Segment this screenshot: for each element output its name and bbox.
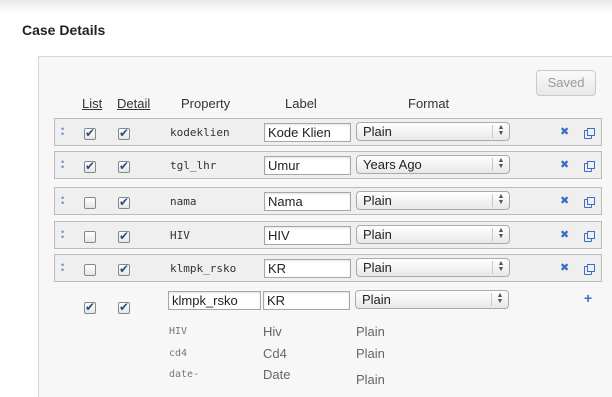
suggestion-format: Plain bbox=[356, 346, 385, 361]
close-icon[interactable]: ✖ bbox=[560, 261, 569, 274]
select-arrows-icon: ▲ ▼ bbox=[492, 157, 509, 171]
format-value: Plain bbox=[362, 292, 391, 307]
format-value: Plain bbox=[363, 193, 392, 208]
format-value: Plain bbox=[363, 124, 392, 139]
drag-handle-icon[interactable]: • • bbox=[61, 228, 64, 242]
table-row: •• nama Nama Plain ▲▼ ✖ bbox=[54, 187, 602, 215]
property-name: klmpk_rsko bbox=[170, 262, 237, 275]
header-detail[interactable]: Detail bbox=[117, 96, 150, 111]
detail-checkbox[interactable] bbox=[118, 262, 130, 276]
copy-icon[interactable] bbox=[584, 161, 595, 172]
close-icon[interactable]: ✖ bbox=[560, 125, 569, 138]
format-select[interactable]: Years Ago ▲ ▼ bbox=[356, 155, 510, 174]
label-input[interactable]: Nama bbox=[264, 192, 351, 211]
label-input[interactable]: KR bbox=[264, 259, 351, 278]
property-name: tgl_lhr bbox=[170, 159, 217, 172]
list-checkbox[interactable] bbox=[84, 231, 96, 243]
header-format: Format bbox=[408, 96, 450, 111]
table-row: •• HIV HIV Plain ▲▼ ✖ bbox=[54, 221, 602, 249]
select-arrows-icon: ▲ ▼ bbox=[491, 292, 508, 306]
property-name: kodeklien bbox=[170, 126, 230, 139]
list-checkbox[interactable] bbox=[84, 264, 96, 276]
list-checkbox[interactable] bbox=[84, 126, 96, 140]
drag-handle-icon[interactable]: • • bbox=[61, 125, 64, 139]
close-icon[interactable]: ✖ bbox=[560, 194, 569, 207]
close-icon[interactable]: ✖ bbox=[560, 158, 569, 171]
list-checkbox[interactable] bbox=[84, 159, 96, 173]
format-select[interactable]: Plain ▲ ▼ bbox=[356, 122, 510, 141]
format-value: Plain bbox=[363, 227, 392, 242]
copy-icon[interactable] bbox=[584, 128, 595, 139]
new-label-input[interactable]: KR bbox=[263, 291, 350, 310]
suggestion-label: Date bbox=[263, 367, 291, 382]
table-row: •• klmpk_rsko KR Plain ▲▼ ✖ bbox=[54, 254, 602, 282]
label-input[interactable]: HIV bbox=[264, 226, 351, 245]
label-input[interactable]: Kode Klien bbox=[264, 123, 351, 142]
drag-handle-icon[interactable]: • • bbox=[61, 194, 64, 208]
suggestion-format: Plain bbox=[356, 324, 385, 339]
detail-checkbox[interactable] bbox=[118, 195, 130, 209]
property-name: HIV bbox=[170, 229, 190, 242]
suggestion-property[interactable]: HIV bbox=[169, 326, 187, 337]
select-arrows-icon: ▲ ▼ bbox=[492, 124, 509, 138]
format-value: Plain bbox=[363, 260, 392, 275]
format-select[interactable]: Plain ▲ ▼ bbox=[356, 225, 510, 244]
drag-handle-icon[interactable]: • • bbox=[61, 158, 64, 172]
format-value: Years Ago bbox=[363, 157, 422, 172]
detail-checkbox[interactable] bbox=[118, 126, 130, 140]
select-arrows-icon: ▲ ▼ bbox=[492, 227, 509, 241]
suggestion-label: Hiv bbox=[263, 324, 282, 339]
table-row: •• tgl_lhr Umur Years Ago ▲▼ ✖ bbox=[54, 151, 602, 179]
header-list[interactable]: List bbox=[82, 96, 102, 111]
copy-icon[interactable] bbox=[584, 231, 595, 242]
property-name: nama bbox=[170, 195, 197, 208]
copy-icon[interactable] bbox=[584, 197, 595, 208]
suggestion-property[interactable]: date- bbox=[169, 369, 199, 380]
top-shadow bbox=[0, 0, 612, 14]
close-icon[interactable]: ✖ bbox=[560, 228, 569, 241]
drag-handle-icon[interactable]: • • bbox=[61, 261, 64, 275]
detail-checkbox[interactable] bbox=[118, 229, 130, 243]
header-label: Label bbox=[285, 96, 317, 111]
detail-checkbox[interactable] bbox=[118, 159, 130, 173]
suggestion-label: Cd4 bbox=[263, 346, 287, 361]
list-checkbox[interactable] bbox=[84, 197, 96, 209]
plus-icon[interactable]: + bbox=[584, 290, 592, 306]
label-input[interactable]: Umur bbox=[264, 156, 351, 175]
select-arrows-icon: ▲ ▼ bbox=[492, 193, 509, 207]
suggestion-property[interactable]: cd4 bbox=[169, 348, 187, 359]
new-property-input[interactable]: klmpk_rsko bbox=[168, 291, 261, 310]
saved-button[interactable]: Saved bbox=[536, 70, 596, 96]
header-property: Property bbox=[181, 96, 231, 111]
new-detail-checkbox[interactable] bbox=[118, 300, 130, 314]
section-title: Case Details bbox=[22, 22, 106, 38]
new-format-select[interactable]: Plain ▲ ▼ bbox=[355, 290, 509, 309]
table-row: •• kodeklien Kode Klien Plain ▲▼ ✖ bbox=[54, 118, 602, 146]
select-arrows-icon: ▲ ▼ bbox=[492, 260, 509, 274]
new-list-checkbox[interactable] bbox=[84, 300, 96, 314]
format-select[interactable]: Plain ▲ ▼ bbox=[356, 258, 510, 277]
copy-icon[interactable] bbox=[584, 264, 595, 275]
format-select[interactable]: Plain ▲ ▼ bbox=[356, 191, 510, 210]
